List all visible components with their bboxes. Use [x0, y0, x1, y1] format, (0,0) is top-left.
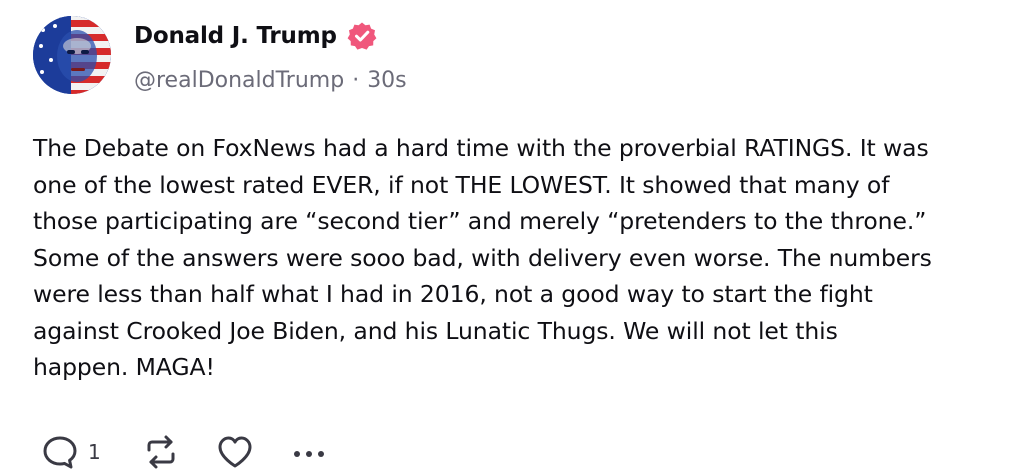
- avatar-flag-portrait-icon: [33, 16, 111, 94]
- author-handle[interactable]: @realDonaldTrump: [134, 68, 344, 93]
- reply-count: 1: [88, 440, 101, 464]
- post-text-line: happen. MAGA!: [33, 353, 215, 381]
- post-card: Donald J. Trump @realDonaldTrump · 30s T…: [0, 0, 1024, 470]
- meta-separator: ·: [352, 67, 360, 93]
- author-name-row: Donald J. Trump: [134, 20, 377, 52]
- post-text-line: The Debate on FoxNews had a hard time wi…: [33, 134, 929, 162]
- post-text-line: were less than half what I had in 2016, …: [33, 280, 873, 308]
- heart-icon: [215, 432, 255, 470]
- author-handle-row: @realDonaldTrump · 30s: [134, 64, 407, 96]
- like-button[interactable]: [215, 432, 255, 470]
- more-dots-icon: [289, 432, 329, 470]
- avatar[interactable]: [33, 16, 111, 94]
- reply-bubble-icon: [40, 432, 80, 470]
- post-actions: 1: [40, 432, 329, 470]
- post-body: The Debate on FoxNews had a hard time wi…: [33, 130, 1024, 386]
- post-text-line: one of the lowest rated EVER, if not THE…: [33, 170, 890, 199]
- repost-button[interactable]: [141, 432, 181, 470]
- repost-arrows-icon: [141, 432, 181, 470]
- post-text-line: Some of the answers were sooo bad, with …: [33, 243, 932, 272]
- author-display-name[interactable]: Donald J. Trump: [134, 23, 337, 49]
- reply-button[interactable]: 1: [40, 432, 101, 470]
- post-text-line: those participating are “second tier” an…: [33, 207, 927, 235]
- post-timestamp[interactable]: 30s: [367, 68, 406, 93]
- verified-badge-icon: [347, 21, 377, 51]
- more-options-button[interactable]: [289, 432, 329, 470]
- post-text-line: against Crooked Joe Biden, and his Lunat…: [33, 316, 838, 345]
